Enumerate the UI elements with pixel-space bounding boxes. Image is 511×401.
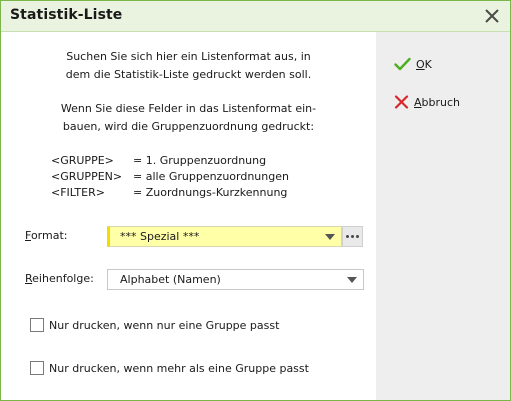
statistik-liste-dialog: Statistik-Liste Suchen Sie sich hier ein… [0, 0, 511, 401]
dialog-title: Statistik-Liste [10, 7, 123, 23]
order-label: Reihenfolge: [25, 272, 94, 285]
only-one-group-label: Nur drucken, wenn nur eine Gruppe passt [49, 318, 280, 332]
chevron-down-icon[interactable] [319, 227, 341, 246]
dot [346, 235, 349, 238]
placeholder-value: = Zuordnungs-Kurzkennung [133, 186, 288, 199]
format-value: *** Spezial *** [120, 230, 200, 243]
main-content: Suchen Sie sich hier ein Listenformat au… [1, 32, 376, 400]
format-browse-button[interactable] [342, 226, 363, 247]
chevron-down-icon[interactable] [341, 270, 363, 289]
option-more-than-one-group[interactable]: Nur drucken, wenn mehr als eine Gruppe p… [30, 360, 309, 376]
format-label: Format: [25, 229, 68, 242]
close-icon [485, 9, 499, 23]
option-only-one-group[interactable]: Nur drucken, wenn nur eine Gruppe passt [30, 317, 279, 333]
order-value: Alphabet (Namen) [120, 273, 221, 286]
dot [356, 235, 359, 238]
dot [351, 235, 354, 238]
more-than-one-group-label: Nur drucken, wenn mehr als eine Gruppe p… [49, 361, 309, 375]
title-bar: Statistik-Liste [1, 1, 510, 32]
cross-icon [394, 95, 409, 109]
ok-button[interactable]: OK [394, 54, 432, 74]
intro-text-2: Wenn Sie diese Felder in das Listenforma… [60, 102, 317, 133]
more-than-one-group-checkbox[interactable] [30, 361, 44, 375]
close-button[interactable] [480, 5, 504, 27]
placeholder-key: <FILTER> [51, 186, 105, 199]
placeholder-value: = alle Gruppenzuordnungen [133, 170, 289, 183]
action-panel [376, 32, 510, 400]
intro-text-1: Suchen Sie sich hier ein Listenformat au… [65, 50, 312, 81]
only-one-group-checkbox[interactable] [30, 318, 44, 332]
placeholder-value: = 1. Gruppenzuordnung [133, 154, 267, 167]
cancel-button[interactable]: Abbruch [394, 92, 460, 112]
order-select[interactable]: Alphabet (Namen) [107, 269, 364, 290]
format-select[interactable]: *** Spezial *** [107, 226, 342, 247]
placeholder-key: <GRUPPEN> [51, 170, 123, 183]
placeholder-key: <GRUPPE> [51, 154, 114, 167]
checkmark-icon [394, 57, 411, 71]
